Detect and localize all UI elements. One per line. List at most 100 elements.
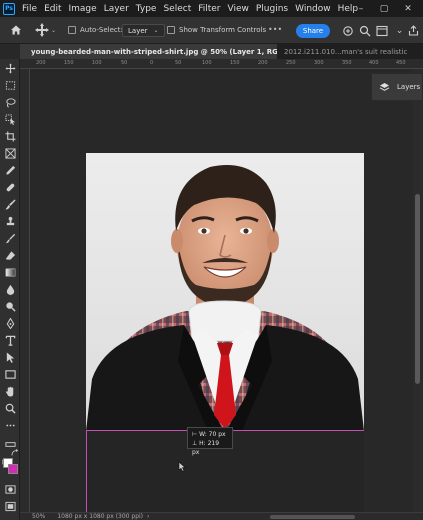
crop-tool-icon[interactable] xyxy=(3,129,17,143)
horizontal-scrollbar-thumb[interactable] xyxy=(270,515,355,519)
ruler-label: 50 xyxy=(175,60,182,66)
ruler-label: 50 xyxy=(121,60,128,66)
frame-tool-icon[interactable] xyxy=(3,146,17,160)
menu-view[interactable]: View xyxy=(228,4,249,14)
healing-brush-tool-icon[interactable] xyxy=(3,180,17,194)
menu-bar: Ps File Edit Image Layer Type Select Fil… xyxy=(0,0,423,17)
ruler-label: 0 xyxy=(150,60,154,66)
object-selection-tool-icon[interactable] xyxy=(3,112,17,126)
type-tool-icon[interactable] xyxy=(3,333,17,347)
more-tools-icon[interactable] xyxy=(3,418,17,432)
menu-filter[interactable]: Filter xyxy=(198,4,220,14)
clone-stamp-tool-icon[interactable] xyxy=(3,214,17,228)
vertical-ruler xyxy=(20,69,30,520)
ruler-label: 100 xyxy=(202,60,212,66)
swap-colors-icon[interactable] xyxy=(11,448,19,457)
more-options-icon[interactable]: ••• xyxy=(268,25,282,34)
maximize-icon[interactable]: ▢ xyxy=(377,0,391,17)
workspace-icon[interactable] xyxy=(375,24,388,37)
measure-height: 219 px xyxy=(192,440,220,456)
auto-select-checkbox[interactable] xyxy=(68,26,76,34)
export-icon[interactable] xyxy=(407,24,420,37)
ruler-label: 400 xyxy=(369,60,379,66)
blur-tool-icon[interactable] xyxy=(3,282,17,296)
ruler-label: 200 xyxy=(258,60,268,66)
document-tabs: young-bearded-man-with-striped-shirt.jpg… xyxy=(20,44,423,59)
vertical-scrollbar[interactable] xyxy=(413,69,423,512)
search-icon[interactable] xyxy=(358,24,371,37)
lasso-tool-icon[interactable] xyxy=(3,95,17,109)
auto-select-label: Auto-Select: xyxy=(80,26,123,34)
zoom-tool-icon[interactable] xyxy=(3,401,17,415)
menu-layer[interactable]: Layer xyxy=(104,4,129,14)
rectangle-tool-icon[interactable] xyxy=(3,367,17,381)
ruler-label: 150 xyxy=(230,60,240,66)
eyedropper-tool-icon[interactable] xyxy=(3,163,17,177)
show-transform-label: Show Transform Controls xyxy=(179,26,267,34)
tab-suit-document[interactable]: 2012.i211.010...man's suit realistic xyxy=(279,44,423,59)
width-icon: ⊢ xyxy=(192,431,198,438)
screen-mode-icon[interactable] xyxy=(3,499,17,513)
ruler-label: 100 xyxy=(92,60,102,66)
menu-plugins[interactable]: Plugins xyxy=(256,4,288,14)
gradient-tool-icon[interactable] xyxy=(3,265,17,279)
ruler-label: 250 xyxy=(286,60,296,66)
menu-image[interactable]: Image xyxy=(69,4,97,14)
eraser-tool-icon[interactable] xyxy=(3,248,17,262)
close-icon[interactable]: ✕ xyxy=(401,0,415,17)
document-info[interactable]: 1080 px x 1080 px (300 ppi) xyxy=(57,513,143,520)
chevron-right-icon[interactable]: › xyxy=(147,513,149,520)
ruler-label: 150 xyxy=(64,60,74,66)
menu-edit[interactable]: Edit xyxy=(44,4,61,14)
background-color-swatch[interactable] xyxy=(8,464,18,474)
cloud-sync-icon[interactable] xyxy=(341,24,354,37)
tools-panel xyxy=(0,59,20,520)
tab-label: 2012.i211.010...man's suit realistic xyxy=(284,47,408,56)
ruler-label: 300 xyxy=(314,60,324,66)
menu-window[interactable]: Window xyxy=(295,4,331,14)
document-canvas[interactable] xyxy=(86,153,364,431)
horizontal-ruler: 200 150 100 50 0 50 100 150 200 250 300 … xyxy=(20,59,423,69)
ruler-label: 450 xyxy=(396,60,406,66)
zoom-level[interactable]: 50% xyxy=(32,513,45,520)
move-tool-preset-icon[interactable]: ⌄ xyxy=(34,22,56,38)
hand-tool-icon[interactable] xyxy=(3,384,17,398)
measure-width: 70 px xyxy=(208,431,226,438)
quick-mask-icon[interactable] xyxy=(3,482,17,496)
tab-label: young-bearded-man-with-striped-shirt.jpg… xyxy=(31,47,277,56)
menu-type[interactable]: Type xyxy=(136,4,157,14)
portrait-photo xyxy=(86,153,364,431)
tab-active-document[interactable]: young-bearded-man-with-striped-shirt.jpg… xyxy=(20,44,277,59)
layers-label: Layers xyxy=(397,83,421,91)
layers-panel-button[interactable]: Layers xyxy=(371,73,423,101)
dodge-tool-icon[interactable] xyxy=(3,299,17,313)
auto-select-dropdown[interactable]: Layer ⌄ xyxy=(122,24,165,37)
status-bar: 50% 1080 px x 1080 px (300 ppi) › xyxy=(20,512,423,520)
minimize-icon[interactable]: – xyxy=(354,0,368,17)
path-selection-tool-icon[interactable] xyxy=(3,350,17,364)
home-icon[interactable] xyxy=(9,23,23,37)
move-tool-icon[interactable] xyxy=(3,61,17,75)
height-icon: ⊥ xyxy=(192,440,198,447)
measurement-tooltip: ⊢ W: 70 px ⊥ H: 219 px xyxy=(187,427,233,456)
scrollbar-thumb[interactable] xyxy=(415,194,420,384)
menu-select[interactable]: Select xyxy=(163,4,191,14)
show-transform-checkbox[interactable] xyxy=(167,26,175,34)
marquee-tool-icon[interactable] xyxy=(3,78,17,92)
auto-select-value: Layer xyxy=(128,26,148,35)
history-brush-tool-icon[interactable] xyxy=(3,231,17,245)
share-button[interactable]: Share xyxy=(296,24,330,38)
layers-icon xyxy=(379,82,390,91)
show-transform-checkbox-group[interactable]: Show Transform Controls xyxy=(167,26,266,34)
auto-select-checkbox-group[interactable]: Auto-Select: xyxy=(68,26,123,34)
brush-tool-icon[interactable] xyxy=(3,197,17,211)
pen-tool-icon[interactable] xyxy=(3,316,17,330)
ruler-label: 200 xyxy=(36,60,46,66)
expand-icon[interactable]: ⌄ xyxy=(393,24,406,37)
chevron-down-icon: ⌄ xyxy=(153,27,159,34)
photoshop-logo[interactable]: Ps xyxy=(3,2,15,15)
pointer-cursor-icon xyxy=(178,457,187,476)
canvas-workspace[interactable]: ⊢ W: 70 px ⊥ H: 219 px xyxy=(30,69,413,512)
options-bar: ⌄ Auto-Select: Layer ⌄ Show Transform Co… xyxy=(0,17,423,44)
menu-file[interactable]: File xyxy=(22,4,37,14)
